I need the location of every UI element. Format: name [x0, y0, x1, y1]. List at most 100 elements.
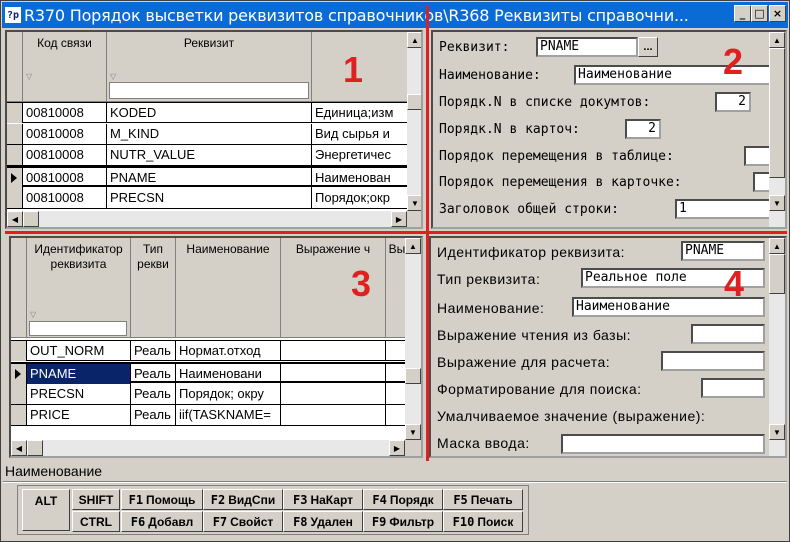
scroll-right-icon[interactable]: ▶	[389, 440, 405, 456]
requisite-label: Реквизит:	[439, 40, 510, 55]
column-header-code[interactable]: Код связи ▽	[23, 32, 107, 102]
cell-code: 00810008	[23, 103, 107, 123]
scroll-up-icon[interactable]: ▲	[769, 32, 785, 48]
cell-read-expr	[281, 384, 386, 404]
vertical-scrollbar[interactable]: ▲ ▼	[407, 32, 421, 211]
vertical-scrollbar[interactable]: ▲ ▼	[405, 238, 421, 440]
filter-input-requisite[interactable]	[109, 82, 309, 99]
table-row[interactable]: PRECSN Реаль Порядок; окру	[11, 384, 408, 405]
scroll-right-icon[interactable]: ▶	[391, 211, 407, 227]
row-indicator	[11, 405, 27, 425]
table-row[interactable]: OUT_NORM Реаль Нормат.отход	[11, 340, 408, 361]
app-icon[interactable]: ?p	[5, 7, 21, 23]
identifier-field[interactable]: PNAME	[681, 241, 765, 261]
name-field[interactable]: Наименование	[574, 65, 774, 85]
cell-code: 00810008	[23, 145, 107, 165]
scroll-corner	[407, 211, 421, 227]
current-row-arrow-icon	[11, 173, 17, 183]
scroll-left-icon[interactable]: ◀	[11, 440, 27, 456]
vertical-scrollbar[interactable]: ▲ ▼	[769, 32, 785, 227]
cell-requisite: PNAME	[107, 168, 312, 188]
f8-delete-button[interactable]: F8 Удален	[283, 511, 363, 532]
calc-expr-label: Выражение для расчета:	[437, 354, 611, 370]
scroll-thumb[interactable]	[405, 368, 421, 384]
cell-code: 00810008	[23, 188, 107, 208]
read-expr-field[interactable]	[691, 324, 765, 344]
row-indicator	[7, 145, 23, 165]
header-label: Заголовок общей строки:	[439, 202, 620, 217]
table-row[interactable]: 00810008 KODED Единица;изм	[7, 102, 407, 123]
status-text: Наименование	[5, 463, 103, 479]
lookup-button[interactable]: ...	[638, 37, 658, 57]
column-header-identifier[interactable]: Идентификатор реквизита ▽	[27, 238, 131, 338]
scroll-up-icon[interactable]: ▲	[407, 32, 421, 48]
cell-name: Нормат.отход	[176, 341, 281, 361]
table-row[interactable]: PRICE Реаль iif(TASKNAME=	[11, 405, 408, 426]
order-card-field[interactable]: 2	[625, 119, 661, 139]
vertical-scrollbar[interactable]: ▲ ▼	[769, 238, 785, 456]
scroll-up-icon[interactable]: ▲	[769, 238, 785, 254]
table-row[interactable]: 00810008 PRECSN Порядок;окр	[7, 188, 407, 209]
input-mask-field[interactable]	[561, 434, 765, 454]
f2-view-button[interactable]: F2 ВидСпи	[203, 489, 283, 510]
cell-requisite: M_KIND	[107, 124, 312, 144]
f6-add-button[interactable]: F6 Добавл	[121, 511, 203, 532]
maximize-button[interactable]: □	[751, 5, 768, 22]
close-button[interactable]: ×	[769, 5, 786, 22]
table-row-current[interactable]: 00810008 PNAME Наименован	[7, 166, 407, 188]
f7-properties-button[interactable]: F7 Свойст	[203, 511, 283, 532]
order-docs-field[interactable]: 2	[715, 92, 751, 112]
minimize-button[interactable]: _	[734, 5, 751, 22]
cell-identifier: OUT_NORM	[27, 341, 131, 361]
cell-code: 00810008	[23, 168, 107, 188]
f5-print-button[interactable]: F5 Печать	[443, 489, 523, 510]
f10-search-button[interactable]: F10 Поиск	[443, 511, 523, 532]
row-indicator	[11, 384, 27, 404]
scroll-down-icon[interactable]: ▼	[405, 424, 421, 440]
table-row-current[interactable]: PNAME Реаль Наименовани	[11, 362, 408, 384]
cell-requisite: KODED	[107, 103, 312, 123]
column-header-requisite[interactable]: Реквизит ▽	[107, 32, 312, 102]
scroll-down-icon[interactable]: ▼	[407, 195, 421, 211]
annotation-number-1: 1	[343, 49, 364, 90]
table-row[interactable]: 00810008 NUTR_VALUE Энергетичес	[7, 145, 407, 166]
cell-name: Наименовани	[176, 364, 281, 384]
horizontal-scrollbar[interactable]: ◀ ▶	[11, 440, 405, 456]
cell-identifier: PRICE	[27, 405, 131, 425]
scroll-thumb[interactable]	[23, 211, 39, 227]
scroll-thumb[interactable]	[769, 254, 785, 294]
scroll-thumb[interactable]	[407, 94, 421, 110]
ctrl-key[interactable]: CTRL	[72, 511, 120, 532]
scroll-thumb[interactable]	[27, 440, 43, 456]
calc-expr-field[interactable]	[661, 351, 765, 371]
f1-help-button[interactable]: F1 Помощь	[121, 489, 203, 510]
table-row[interactable]: 00810008 M_KIND Вид сырья и	[7, 124, 407, 145]
f4-order-button[interactable]: F4 Порядк	[363, 489, 443, 510]
scroll-down-icon[interactable]: ▼	[769, 424, 785, 440]
title-bar[interactable]: ?p R370 Порядок высветки реквизитов спра…	[2, 2, 788, 28]
search-format-field[interactable]	[701, 378, 765, 398]
scroll-left-icon[interactable]: ◀	[7, 211, 23, 227]
status-divider	[3, 481, 787, 483]
alt-key[interactable]: ALT	[22, 489, 70, 531]
cell-description: Наименован	[315, 170, 391, 185]
type-label: Тип реквизита:	[437, 271, 541, 287]
filter-input-identifier[interactable]	[29, 321, 127, 336]
scroll-up-icon[interactable]: ▲	[405, 238, 421, 254]
shift-key[interactable]: SHIFT	[72, 489, 120, 510]
cell-type: Реаль	[131, 384, 176, 404]
f3-card-button[interactable]: F3 НаКарт	[283, 489, 363, 510]
row-indicator	[7, 103, 23, 123]
order-card-label: Порядк.N в карточ:	[439, 122, 580, 137]
scroll-thumb[interactable]	[769, 48, 785, 178]
search-format-label: Форматирование для поиска:	[437, 381, 642, 397]
requisite-field[interactable]: PNAME	[536, 37, 638, 57]
read-expr-label: Выражение чтения из базы:	[437, 327, 632, 343]
horizontal-scrollbar[interactable]: ◀ ▶	[7, 211, 407, 227]
column-header-name[interactable]: Наименование	[176, 238, 281, 338]
f9-filter-button[interactable]: F9 Фильтр	[363, 511, 443, 532]
column-header-type[interactable]: Тип рекви	[131, 238, 176, 338]
row-indicator	[7, 168, 23, 188]
header-field[interactable]: 1	[675, 199, 775, 219]
scroll-down-icon[interactable]: ▼	[769, 195, 785, 211]
